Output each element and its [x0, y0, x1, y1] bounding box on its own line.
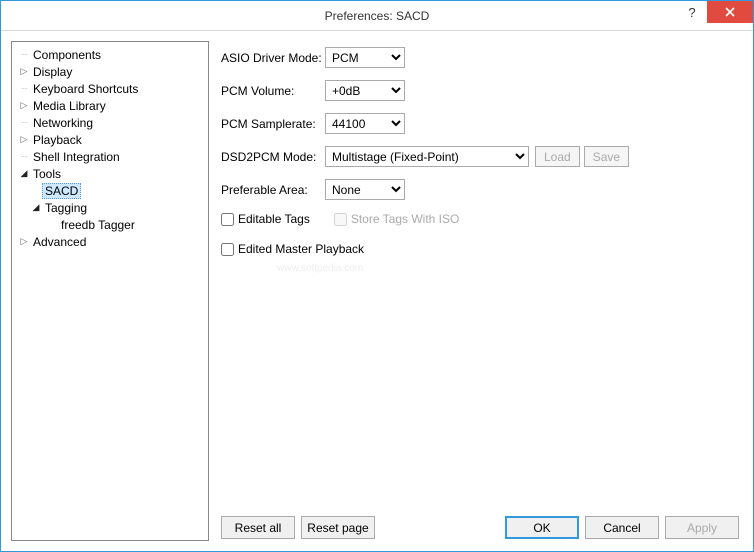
edited-master-label: Edited Master Playback: [238, 242, 364, 256]
expand-icon[interactable]: ▷: [18, 66, 30, 77]
close-icon: [725, 7, 735, 17]
row-area: Preferable Area: None: [221, 179, 743, 200]
expand-icon[interactable]: ▷: [18, 100, 30, 111]
window-title: Preferences: SACD: [1, 9, 753, 23]
reset-all-button[interactable]: Reset all: [221, 516, 295, 539]
apply-button[interactable]: Apply: [665, 516, 739, 539]
tree-item-networking[interactable]: ····Networking: [14, 114, 206, 131]
collapse-icon[interactable]: ◢: [30, 202, 42, 213]
row-pcmvol: PCM Volume: +0dB: [221, 80, 743, 101]
tree-item-components[interactable]: ····Components: [14, 46, 206, 63]
tree-item-tools[interactable]: ◢Tools: [14, 165, 206, 182]
area-label: Preferable Area:: [221, 183, 325, 197]
asio-label: ASIO Driver Mode:: [221, 51, 325, 65]
tree-item-media[interactable]: ▷Media Library: [14, 97, 206, 114]
tree-item-sacd[interactable]: SACD: [14, 182, 206, 199]
tree-item-playback[interactable]: ▷Playback: [14, 131, 206, 148]
dsd-label: DSD2PCM Mode:: [221, 150, 325, 164]
row-asio: ASIO Driver Mode: PCM: [221, 47, 743, 68]
expand-icon[interactable]: ▷: [18, 134, 30, 145]
asio-select[interactable]: PCM: [325, 47, 405, 68]
close-button[interactable]: [707, 1, 753, 23]
editable-tags-checkbox[interactable]: Editable Tags: [221, 212, 310, 226]
editable-tags-label: Editable Tags: [238, 212, 310, 226]
pcmvol-label: PCM Volume:: [221, 84, 325, 98]
help-button[interactable]: ?: [677, 1, 707, 23]
store-iso-label: Store Tags With ISO: [351, 212, 460, 226]
edited-master-input[interactable]: [221, 243, 234, 256]
row-pcmrate: PCM Samplerate: 44100: [221, 113, 743, 134]
ok-button[interactable]: OK: [505, 516, 579, 539]
edited-master-checkbox[interactable]: Edited Master Playback: [221, 242, 743, 256]
tree-item-shell[interactable]: ····Shell Integration: [14, 148, 206, 165]
editable-tags-input[interactable]: [221, 213, 234, 226]
tree-panel[interactable]: ····Components ▷Display ····Keyboard Sho…: [11, 41, 209, 541]
watermark: www.softpedia.com: [277, 263, 363, 274]
titlebar: Preferences: SACD ?: [1, 1, 753, 31]
expand-icon[interactable]: ▷: [18, 236, 30, 247]
store-iso-checkbox: Store Tags With ISO: [334, 212, 460, 226]
tree-dots-icon: ····: [18, 152, 30, 161]
save-button[interactable]: Save: [584, 146, 629, 167]
pcmvol-select[interactable]: +0dB: [325, 80, 405, 101]
tree-item-keyboard[interactable]: ····Keyboard Shortcuts: [14, 80, 206, 97]
titlebar-buttons: ?: [677, 1, 753, 30]
pcmrate-label: PCM Samplerate:: [221, 117, 325, 131]
tree-item-display[interactable]: ▷Display: [14, 63, 206, 80]
cancel-button[interactable]: Cancel: [585, 516, 659, 539]
tree-item-advanced[interactable]: ▷Advanced: [14, 233, 206, 250]
content: ····Components ▷Display ····Keyboard Sho…: [1, 31, 753, 551]
collapse-icon[interactable]: ◢: [18, 168, 30, 179]
tree-item-tagging[interactable]: ◢Tagging: [14, 199, 206, 216]
tree-dots-icon: ····: [18, 118, 30, 127]
tree-item-freedb[interactable]: freedb Tagger: [14, 216, 206, 233]
reset-page-button[interactable]: Reset page: [301, 516, 375, 539]
store-iso-input: [334, 213, 347, 226]
dsd-select[interactable]: Multistage (Fixed-Point): [325, 146, 529, 167]
pcmrate-select[interactable]: 44100: [325, 113, 405, 134]
bottom-bar: Reset all Reset page OK Cancel Apply: [217, 510, 743, 541]
tree-dots-icon: ····: [18, 84, 30, 93]
form-area: ASIO Driver Mode: PCM PCM Volume: +0dB P…: [217, 41, 743, 510]
area-select[interactable]: None: [325, 179, 405, 200]
tree-dots-icon: ····: [18, 50, 30, 59]
load-button[interactable]: Load: [535, 146, 580, 167]
main-panel: ASIO Driver Mode: PCM PCM Volume: +0dB P…: [217, 41, 743, 541]
row-dsd: DSD2PCM Mode: Multistage (Fixed-Point) L…: [221, 146, 743, 167]
